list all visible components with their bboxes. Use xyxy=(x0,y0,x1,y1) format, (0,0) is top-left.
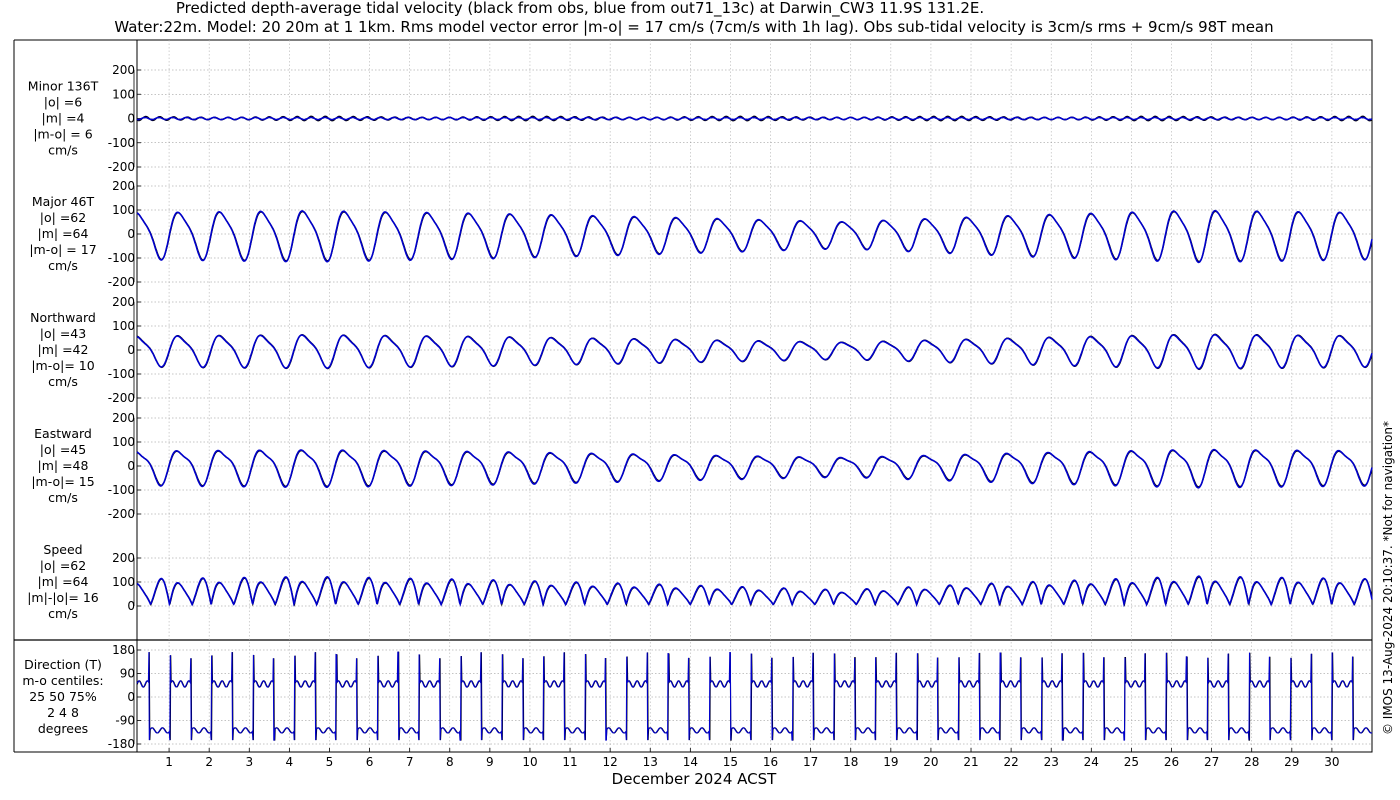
x-tick-label: 5 xyxy=(326,755,334,769)
y-tick-label: -100 xyxy=(108,367,135,381)
y-tick-label: 200 xyxy=(112,551,135,565)
x-tick-label: 12 xyxy=(603,755,618,769)
panels-group: 2001000-100-200Minor 136T|o| =6|m| =4|m-… xyxy=(13,39,1373,753)
x-tick-label: 6 xyxy=(366,755,374,769)
x-tick-label: 28 xyxy=(1244,755,1259,769)
x-tick-label: 23 xyxy=(1044,755,1059,769)
x-axis: 1 2 3 4 5 6 7 8 9 10 11 12 13 14 15 16 17 18 19 20 21 22 23 24 2… xyxy=(165,748,1340,769)
panel-label-line: |m-o| = 17 xyxy=(29,242,96,257)
x-tick-label: 8 xyxy=(446,755,454,769)
panel-label-line: Major 46T xyxy=(32,194,95,209)
y-tick-label: -200 xyxy=(108,160,135,174)
panel-label-line: |m|-|o|= 16 xyxy=(27,590,99,605)
panel-label-line: |o| =62 xyxy=(40,558,86,573)
panel-label-line: Speed xyxy=(43,542,82,557)
x-tick-label: 15 xyxy=(723,755,738,769)
plot-frame xyxy=(136,39,1373,753)
y-tick-label: -200 xyxy=(108,391,135,405)
panel-label-line: cm/s xyxy=(48,490,78,505)
x-axis-label: December 2024 ACST xyxy=(612,770,777,788)
panel-label-line: |m| =64 xyxy=(38,574,89,589)
panel-label-line: |m-o|= 15 xyxy=(31,474,94,489)
series-line-model xyxy=(136,575,1373,608)
x-tick-label: 19 xyxy=(883,755,898,769)
copyright-note: © IMOS 13-Aug-2024 20:10:37. *Not for na… xyxy=(1381,421,1395,735)
x-tick-label: 16 xyxy=(763,755,778,769)
x-tick-label: 21 xyxy=(963,755,978,769)
series-line-model xyxy=(136,448,1373,489)
panel-label-line: m-o centiles: xyxy=(22,673,103,688)
panel-label-line: Minor 136T xyxy=(28,79,99,94)
y-tick-label: 100 xyxy=(112,575,135,589)
panel-label-line: |m-o| = 6 xyxy=(33,127,92,142)
tidal-velocity-chart: Predicted depth-average tidal velocity (… xyxy=(13,0,1395,788)
panel-label-line: |o| =6 xyxy=(44,95,83,110)
x-tick-label: 20 xyxy=(923,755,938,769)
x-tick-label: 27 xyxy=(1204,755,1219,769)
x-tick-label: 14 xyxy=(683,755,698,769)
y-tick-label: 200 xyxy=(112,295,135,309)
x-tick-label: 3 xyxy=(245,755,253,769)
y-tick-label: -100 xyxy=(108,483,135,497)
x-tick-label: 2 xyxy=(205,755,213,769)
x-tick-label: 29 xyxy=(1284,755,1299,769)
y-tick-label: 100 xyxy=(112,87,135,101)
panel-label-line: |m-o|= 10 xyxy=(31,358,94,373)
panel-label-line: cm/s xyxy=(48,374,78,389)
y-tick-label: -200 xyxy=(108,275,135,289)
y-tick-label: -180 xyxy=(108,737,135,751)
y-tick-label: 200 xyxy=(112,411,135,425)
x-tick-label: 7 xyxy=(406,755,414,769)
panel-label-line: Direction (T) xyxy=(24,657,102,672)
series-line-obs xyxy=(136,333,1373,371)
x-tick-label: 10 xyxy=(522,755,537,769)
y-tick-label: -100 xyxy=(108,251,135,265)
panel-label-line: cm/s xyxy=(48,143,78,158)
x-tick-label: 11 xyxy=(562,755,577,769)
panel-label-line: 25 50 75% xyxy=(29,689,97,704)
series-line-model xyxy=(136,651,1373,741)
panel-label-line: |o| =62 xyxy=(40,210,86,225)
panel-label-line: |m| =48 xyxy=(38,458,89,473)
x-tick-label: 30 xyxy=(1324,755,1339,769)
x-tick-label: 26 xyxy=(1164,755,1179,769)
panel-label-line: |o| =45 xyxy=(40,442,86,457)
panel-label-line: Eastward xyxy=(34,426,92,441)
x-tick-label: 9 xyxy=(486,755,494,769)
panel-label-line: 2 4 8 xyxy=(47,705,79,720)
panel-label-line: |o| =43 xyxy=(40,326,86,341)
x-tick-label: 17 xyxy=(803,755,818,769)
panel-label-line: Northward xyxy=(30,310,96,325)
y-tick-label: 200 xyxy=(112,63,135,77)
y-tick-label: 90 xyxy=(120,667,135,681)
panel-label-line: |m| =42 xyxy=(38,342,89,357)
x-tick-label: 24 xyxy=(1084,755,1099,769)
panel-label-line: |m| =64 xyxy=(38,226,89,241)
chart-title-line2: Water:22m. Model: 20 20m at 1 1km. Rms m… xyxy=(114,18,1273,36)
x-tick-label: 25 xyxy=(1124,755,1139,769)
y-tick-label: -200 xyxy=(108,507,135,521)
series-line-model xyxy=(136,334,1373,370)
x-tick-label: 22 xyxy=(1003,755,1018,769)
y-tick-label: 200 xyxy=(112,179,135,193)
y-tick-label: 100 xyxy=(112,203,135,217)
x-tick-label: 13 xyxy=(643,755,658,769)
y-tick-label: -100 xyxy=(108,136,135,150)
y-tick-label: 100 xyxy=(112,435,135,449)
panel-label-line: cm/s xyxy=(48,606,78,621)
panel-label-line: |m| =4 xyxy=(42,111,85,126)
y-tick-label: 100 xyxy=(112,319,135,333)
series-line-model xyxy=(136,209,1373,264)
panel-label-line: degrees xyxy=(38,721,88,736)
y-tick-label: -90 xyxy=(115,714,135,728)
x-tick-label: 4 xyxy=(286,755,294,769)
panel-label-line: cm/s xyxy=(48,258,78,273)
x-tick-label: 1 xyxy=(165,755,173,769)
y-tick-label: 180 xyxy=(112,643,135,657)
x-tick-label: 18 xyxy=(843,755,858,769)
chart-title-line1: Predicted depth-average tidal velocity (… xyxy=(176,0,984,18)
